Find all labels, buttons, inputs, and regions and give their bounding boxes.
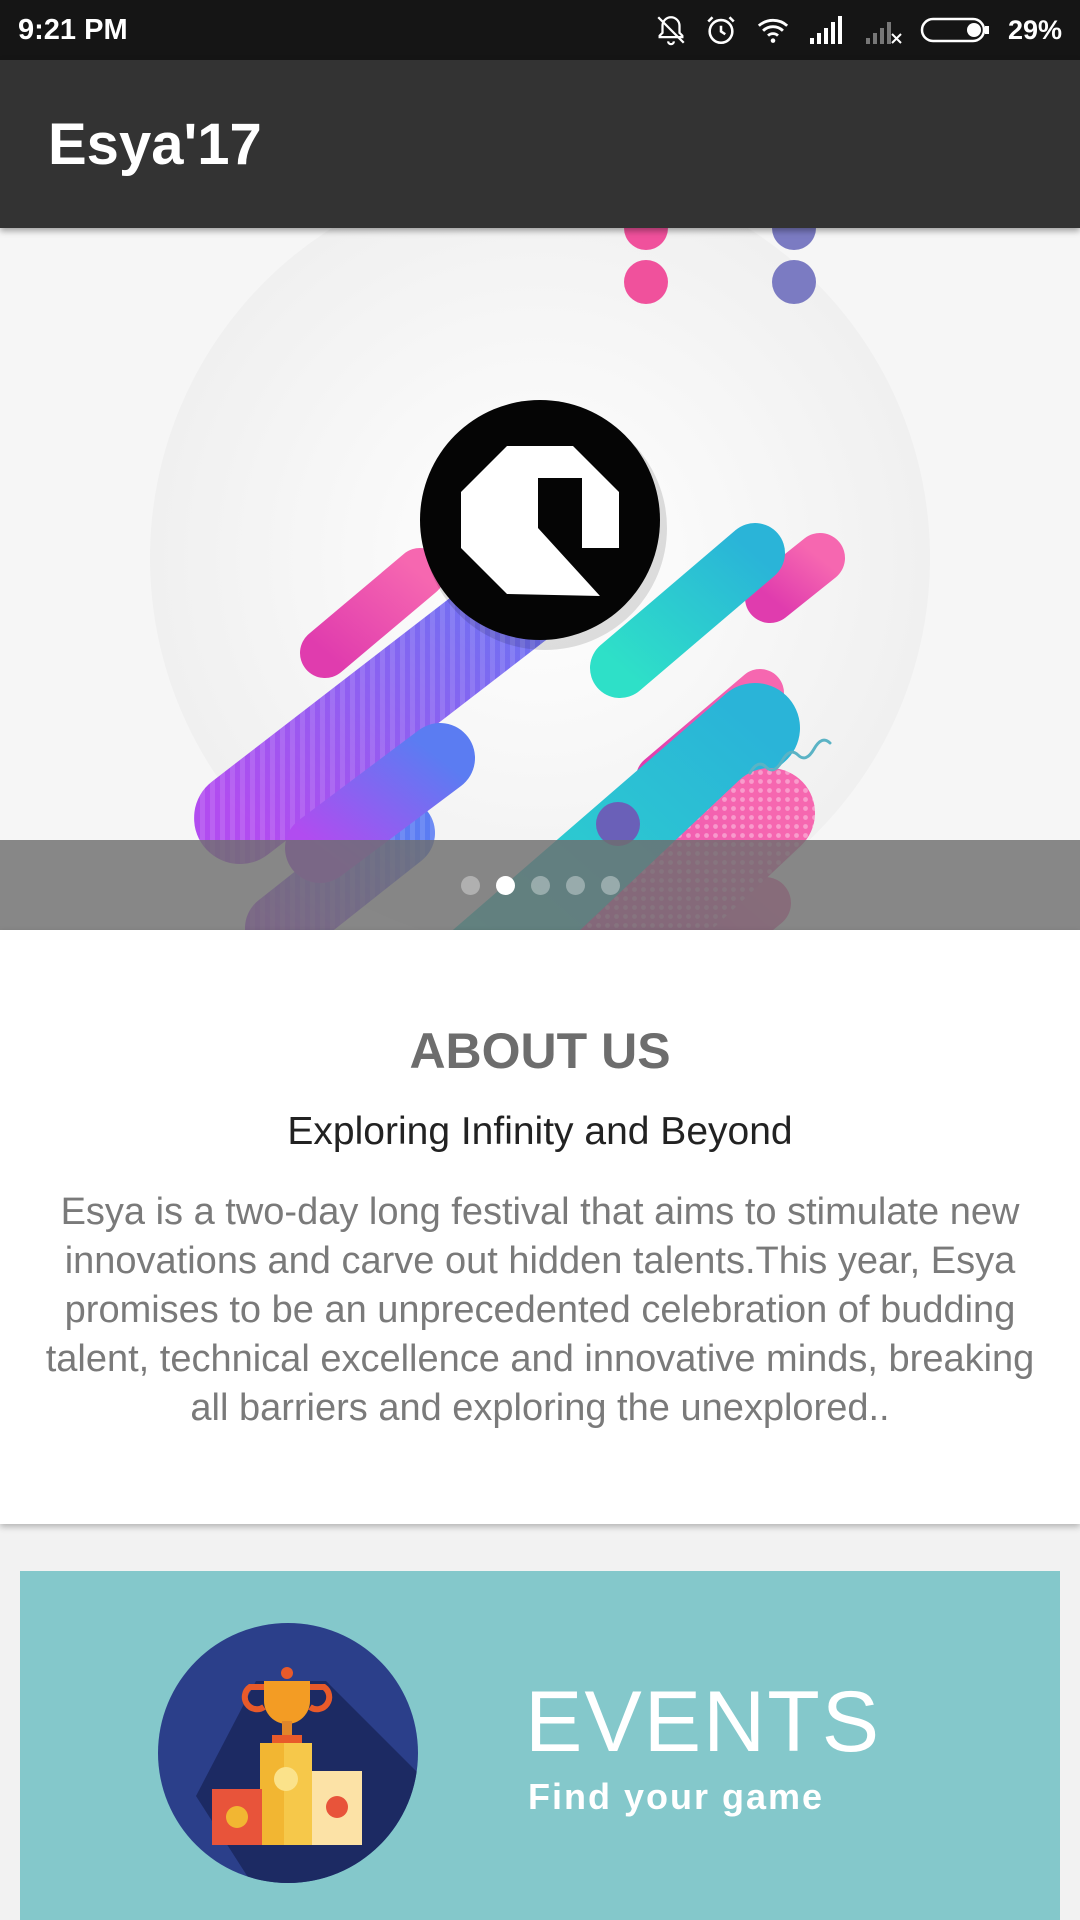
events-title: EVENTS xyxy=(525,1674,882,1770)
carousel-dot-1[interactable] xyxy=(460,875,480,895)
events-card[interactable]: EVENTS Find your game xyxy=(20,1571,1060,1920)
app-bar: Esya'17 xyxy=(0,60,1080,228)
signal-no-sim-icon xyxy=(865,22,902,44)
about-card: ABOUT US Exploring Infinity and Beyond E… xyxy=(0,930,1080,1524)
status-bar: 9:21 PM 29% xyxy=(0,0,1080,60)
carousel-dot-2[interactable] xyxy=(495,875,515,895)
carousel-dot-4[interactable] xyxy=(565,875,585,895)
carousel-dot-5[interactable] xyxy=(600,875,620,895)
status-time: 9:21 PM xyxy=(18,13,128,46)
signal-icon xyxy=(809,16,842,44)
battery-percent: 29% xyxy=(1007,14,1062,45)
events-subtitle: Find your game xyxy=(528,1776,825,1817)
banner-artwork xyxy=(0,228,1080,930)
about-body: Esya is a two-day long festival that aim… xyxy=(45,1191,1035,1429)
bell-off-icon xyxy=(657,16,685,46)
app-title: Esya'17 xyxy=(48,111,262,177)
wifi-icon xyxy=(757,18,789,43)
banner-carousel[interactable] xyxy=(0,228,1080,930)
carousel-dot-3[interactable] xyxy=(530,875,550,895)
battery-icon xyxy=(920,17,989,43)
status-icons: 29% xyxy=(654,13,1062,47)
carousel-indicator-bar xyxy=(0,840,1080,930)
alarm-icon xyxy=(707,16,735,45)
trophy-podium-icon xyxy=(158,1623,418,1883)
about-title: ABOUT US xyxy=(409,1023,671,1079)
about-subtitle: Exploring Infinity and Beyond xyxy=(287,1110,793,1153)
